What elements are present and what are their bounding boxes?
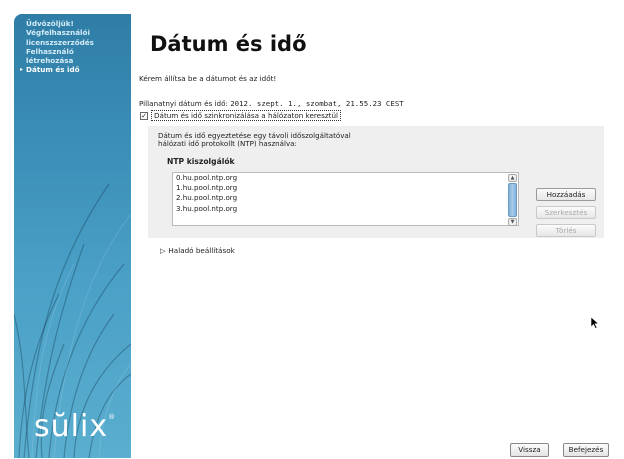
ntp-server-list[interactable]: 0.hu.pool.ntp.org 1.hu.pool.ntp.org 2.hu…: [172, 172, 519, 226]
sulix-logo: sŭlix®: [34, 409, 116, 444]
sync-row[interactable]: ✓ Dátum és idő szinkronizálása a hálózat…: [140, 110, 341, 121]
intro-text: Kérem állítsa be a dátumot és az időt!: [139, 74, 277, 83]
finish-button[interactable]: Befejezés: [563, 443, 609, 457]
sidebar-item-license-2: licenszszerződés: [26, 37, 94, 47]
mouse-cursor-icon: [591, 317, 599, 329]
page-title: Dátum és idő: [150, 32, 307, 56]
edit-server-button[interactable]: Szerkesztés: [536, 206, 596, 219]
sidebar-item-welcome: Üdvözöljük!: [26, 19, 74, 28]
scrollbar[interactable]: ▲ ▼: [508, 174, 517, 226]
sidebar-item-datetime-label: Dátum és idő: [26, 65, 80, 75]
current-datetime: Pillanatnyi dátum és idő: 2012. szept. 1…: [139, 99, 404, 108]
scroll-down-icon[interactable]: ▼: [508, 218, 517, 226]
sync-checkbox[interactable]: ✓: [140, 111, 148, 120]
ntp-description-line2: hálózati idő protokollt (NTP) használva:: [158, 139, 297, 149]
delete-server-button[interactable]: Törlés: [536, 224, 596, 237]
sidebar: Üdvözöljük! Végfelhasználói licenszszerz…: [14, 14, 131, 458]
main-content: Dátum és idő Kérem állítsa be a dátumot …: [131, 14, 624, 459]
advanced-settings-label[interactable]: Haladó beállítások: [168, 246, 234, 255]
ntp-panel: Dátum és idő egyeztetése egy távoli idős…: [148, 126, 604, 238]
back-button[interactable]: Vissza: [510, 443, 549, 457]
registered-mark: ®: [108, 413, 117, 421]
ntp-description: Dátum és idő egyeztetése egy távoli idős…: [158, 131, 351, 149]
sidebar-item-datetime: ▸ Dátum és idő: [20, 66, 130, 74]
current-datetime-value: 2012. szept. 1., szombat, 21.55.23 CEST: [230, 99, 404, 108]
sidebar-item-user-1: Felhasználó: [26, 46, 74, 56]
list-item[interactable]: 2.hu.pool.ntp.org: [173, 193, 518, 203]
current-datetime-label: Pillanatnyi dátum és idő:: [139, 99, 228, 108]
scroll-up-icon[interactable]: ▲: [508, 174, 517, 182]
grass-decoration: [14, 183, 131, 458]
ntp-heading: NTP kiszolgálók: [167, 157, 235, 166]
sidebar-item-license-1: Végfelhasználói: [26, 28, 90, 38]
sidebar-nav: Üdvözöljük! Végfelhasználói licenszszerz…: [20, 19, 130, 76]
active-arrow-icon: ▸: [20, 66, 24, 74]
expander-triangle-icon[interactable]: ▷: [160, 247, 165, 255]
logo-text: sŭlix: [34, 409, 109, 444]
sidebar-item-user-2: létrehozása: [26, 56, 74, 66]
list-item[interactable]: 0.hu.pool.ntp.org: [173, 173, 518, 183]
scrollbar-thumb[interactable]: [508, 183, 517, 217]
list-item[interactable]: 3.hu.pool.ntp.org: [173, 204, 518, 214]
list-item[interactable]: 1.hu.pool.ntp.org: [173, 183, 518, 193]
sync-checkbox-label[interactable]: Dátum és idő szinkronizálása a hálózaton…: [151, 110, 341, 121]
add-server-button[interactable]: Hozzáadás: [536, 188, 596, 201]
advanced-settings-expander[interactable]: ▷ Haladó beállítások: [160, 246, 235, 255]
